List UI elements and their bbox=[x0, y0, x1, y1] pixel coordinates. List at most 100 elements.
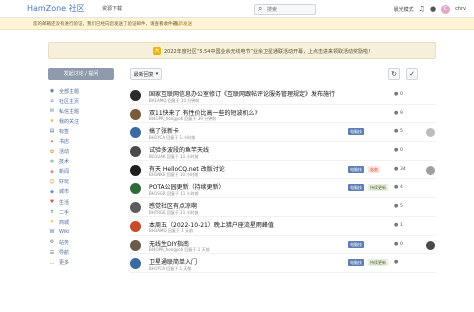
sidebar-item-icon: ⌂ bbox=[50, 98, 54, 105]
sidebar-nav: ◉ 全部主题 ⌂ 社区主页 ✉ 私信主题 ★ 我的关注 ▤ 标签 ✦ 书店 ✿ 活动 ✲ 技术 ◈ 新闻 ☺ 好玩 ◆ 城… bbox=[48, 86, 118, 268]
tag-badge[interactable]: 电脑技 bbox=[348, 165, 364, 173]
reply-count-value: 0 bbox=[399, 148, 403, 154]
discussion-row[interactable]: 有天 HelloCQ.net 改版讨论 BH1NKE 回复于 10 小时前 电脑技站… bbox=[130, 161, 436, 180]
bell-icon[interactable]: ♫ bbox=[419, 5, 425, 13]
sort-label: 最新回复 bbox=[133, 71, 154, 78]
last-reply-avatar[interactable] bbox=[426, 259, 435, 269]
sidebar-item[interactable]: ✲ 技术 bbox=[48, 157, 118, 167]
search-input[interactable] bbox=[267, 6, 313, 14]
refresh-button[interactable]: ↻ bbox=[388, 68, 400, 80]
sidebar-item-label: 我的关注 bbox=[59, 118, 80, 125]
sidebar-item[interactable]: ✦ 书店 bbox=[48, 136, 118, 146]
sidebar-item[interactable]: ⚙ 站务 bbox=[48, 237, 118, 247]
author-avatar[interactable] bbox=[130, 164, 141, 176]
author-avatar[interactable] bbox=[130, 239, 141, 251]
sidebar-item[interactable]: ✿ 活动 bbox=[48, 147, 118, 157]
sort-dropdown[interactable]: 最新回复 ▾ bbox=[130, 68, 162, 80]
tag-badge[interactable]: 站务 bbox=[368, 165, 380, 173]
sidebar-item-label: Wiki bbox=[59, 229, 70, 236]
notification-icon[interactable]: ● bbox=[430, 5, 436, 13]
reply-count-value: 4 bbox=[399, 185, 403, 191]
username[interactable]: chrv bbox=[455, 6, 466, 12]
sidebar-item[interactable]: ♥ 生活 bbox=[48, 197, 118, 207]
reply-count-value: 1 bbox=[399, 222, 403, 228]
sidebar-item-label: 好玩 bbox=[59, 179, 70, 186]
sidebar-item[interactable]: ⌂ 社区主页 bbox=[48, 96, 118, 106]
sidebar-item[interactable]: ☺ 好玩 bbox=[48, 177, 118, 187]
mode-toggle[interactable]: 晨光模式 bbox=[394, 6, 414, 13]
discussion-row[interactable]: 本周五（2022-10-21）晚上猎户座流星雨峰值 BH1AMQ 回复于 1 天前… bbox=[130, 217, 436, 236]
author-avatar[interactable] bbox=[130, 220, 141, 232]
sidebar-item[interactable]: W Wiki bbox=[48, 227, 118, 237]
sidebar-item[interactable]: ☰ 导航 bbox=[48, 248, 118, 258]
sidebar-item-icon: ♥ bbox=[49, 199, 55, 206]
sidebar-item-label: 标签 bbox=[59, 128, 70, 135]
discussion-row[interactable]: 卫星通联简单入门 BH1YCA 回复于 1 天前 电脑技 持续更新 ● bbox=[130, 254, 436, 273]
sidebar-item[interactable]: ▤ 标签 bbox=[48, 126, 118, 136]
tag-badge[interactable]: 电脑技 bbox=[348, 128, 364, 136]
banner-text[interactable]: 2022年度社区“5.54中国业余无线电节”业余卫星通联活动开幕，上点击进来领取… bbox=[164, 48, 373, 55]
new-discussion-button[interactable]: 发起讨论 / 提问 bbox=[48, 68, 114, 80]
author-avatar[interactable] bbox=[130, 90, 141, 101]
last-reply-avatar[interactable] bbox=[426, 203, 435, 213]
site-logo[interactable]: HamZone 社区 bbox=[27, 3, 85, 14]
resend-link[interactable]: 重新发送 bbox=[174, 21, 192, 27]
sidebar-item[interactable]: … 更多 bbox=[48, 258, 118, 268]
sidebar-item-icon: ✿ bbox=[49, 148, 55, 155]
sidebar-item-icon: ☺ bbox=[49, 178, 55, 185]
discussion-row[interactable]: 无线生DIY指南 BI4OPR_hongyoh 回复于 1 天前 电脑技 ● 0 bbox=[130, 236, 436, 255]
user-avatar[interactable]: C bbox=[441, 4, 451, 14]
sidebar-item-icon: ☰ bbox=[49, 249, 55, 256]
sidebar-item-label: 更多 bbox=[59, 260, 70, 267]
last-reply-avatar[interactable] bbox=[426, 184, 435, 194]
author-avatar[interactable] bbox=[130, 258, 141, 270]
tag-badge[interactable]: 持续更新 bbox=[368, 259, 388, 267]
discussion-row[interactable]: 试验多波段的鱼竿天线 BG1UAK 回复于 11 小时前 ● 0 bbox=[130, 142, 436, 161]
discussion-meta: BH1NKE 回复于 10 小时前 bbox=[149, 172, 199, 178]
author-avatar[interactable] bbox=[130, 108, 141, 120]
discussion-row[interactable]: 搞了张新卡 BH1YCA 回复于 1 小时前 电脑技 ● 5 bbox=[130, 123, 436, 143]
nav-download-link[interactable]: 资源下载 bbox=[102, 5, 122, 12]
announcement-banner[interactable]: 大 2022年度社区“5.54中国业余无线电节”业余卫星通联活动开幕，上点击进来… bbox=[48, 42, 436, 59]
sidebar-item[interactable]: ☀ 商城 bbox=[48, 217, 118, 227]
tag-badge[interactable]: 电脑技 bbox=[348, 184, 364, 192]
last-reply-avatar[interactable] bbox=[426, 165, 435, 175]
sidebar-item-label: 生活 bbox=[59, 199, 70, 206]
sidebar-item-label: 新闻 bbox=[59, 169, 70, 176]
sidebar-item[interactable]: ◈ 新闻 bbox=[48, 167, 118, 177]
sidebar-item-label: 二手 bbox=[59, 209, 70, 216]
discussion-row[interactable]: POTA公园更新（持续更新） BH1SGR 回复于 11 小时前 电脑技 持续更新 ● … bbox=[130, 179, 436, 199]
tag-badge[interactable]: 电脑技 bbox=[348, 240, 364, 248]
sidebar-item-label: 活动 bbox=[59, 149, 70, 156]
sidebar-item[interactable]: ◉ 全部主题 bbox=[48, 86, 118, 96]
notice-text: 您的邮箱还没有进行验证，我们已经向您发送了验证邮件，请查看收件箱。 bbox=[33, 22, 182, 27]
reply-count: ● 1 bbox=[394, 222, 403, 228]
sidebar-item[interactable]: ★ 我的关注 bbox=[48, 116, 118, 126]
author-avatar[interactable] bbox=[130, 202, 141, 214]
author-avatar[interactable] bbox=[130, 183, 141, 195]
sidebar-item-icon: ◉ bbox=[49, 88, 55, 95]
discussion-row[interactable]: 国家互联网信息办公室修订《互联网跟帖评论服务管理规定》发布施行 BA1AMQ 回复… bbox=[130, 86, 436, 105]
last-reply-avatar[interactable] bbox=[426, 240, 435, 250]
last-reply-avatar[interactable] bbox=[426, 109, 435, 119]
discussion-row[interactable]: 双11快来了 有性价比高一些的短波机么? BI4OPR_hongyoh 回复于 3… bbox=[130, 105, 436, 124]
last-reply-avatar[interactable] bbox=[426, 91, 435, 100]
sidebar-item-icon: … bbox=[49, 259, 55, 266]
sidebar-item-label: 书店 bbox=[59, 139, 70, 146]
sidebar-item[interactable]: ◆ 城市 bbox=[48, 187, 118, 197]
reply-count: ● 0 bbox=[394, 241, 403, 247]
discussion-row[interactable]: 感觉社区有点凉啊 BHTRGE 回复于 11 小时前 ● 5 bbox=[130, 198, 436, 217]
search-box[interactable]: ⌕ bbox=[254, 4, 316, 15]
last-reply-avatar[interactable] bbox=[426, 147, 435, 157]
mark-read-button[interactable]: ✓ bbox=[406, 68, 418, 80]
sidebar-item-label: 全部主题 bbox=[59, 88, 80, 95]
author-avatar[interactable] bbox=[130, 146, 141, 158]
tag-badge[interactable]: 电脑技 bbox=[348, 259, 364, 267]
sidebar-item[interactable]: ¤ 二手 bbox=[48, 207, 118, 217]
sidebar-item-label: 私信主题 bbox=[59, 108, 80, 115]
last-reply-avatar[interactable] bbox=[426, 221, 435, 231]
tag-badge[interactable]: 持续更新 bbox=[368, 184, 388, 192]
sidebar-item[interactable]: ✉ 私信主题 bbox=[48, 106, 118, 116]
author-avatar[interactable] bbox=[130, 127, 141, 139]
last-reply-avatar[interactable] bbox=[426, 128, 435, 138]
